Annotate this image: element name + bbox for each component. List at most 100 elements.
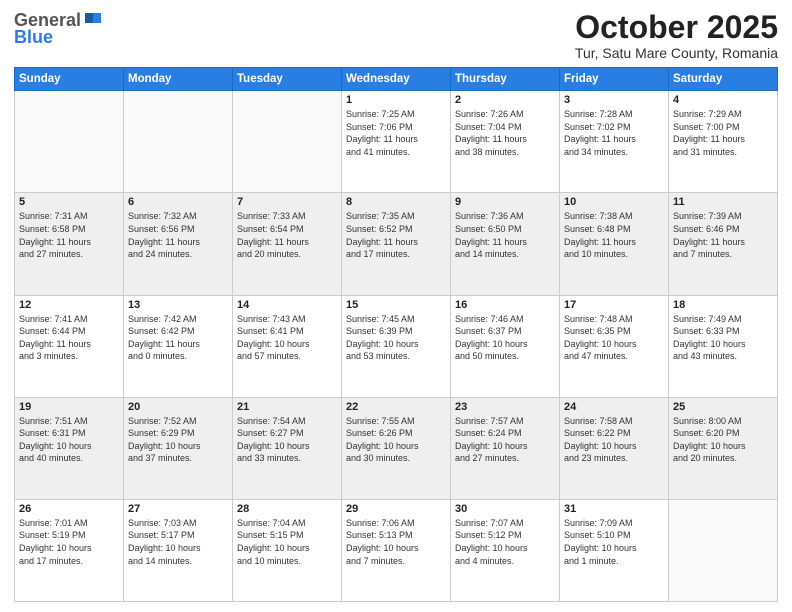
table-row: 21Sunrise: 7:54 AM Sunset: 6:27 PM Dayli… (233, 397, 342, 499)
day-info: Sunrise: 7:32 AM Sunset: 6:56 PM Dayligh… (128, 210, 228, 260)
table-row: 16Sunrise: 7:46 AM Sunset: 6:37 PM Dayli… (451, 295, 560, 397)
day-number: 10 (564, 196, 664, 208)
day-number: 20 (128, 401, 228, 413)
day-number: 17 (564, 299, 664, 311)
day-number: 8 (346, 196, 446, 208)
day-info: Sunrise: 7:04 AM Sunset: 5:15 PM Dayligh… (237, 517, 337, 567)
day-number: 5 (19, 196, 119, 208)
day-info: Sunrise: 7:49 AM Sunset: 6:33 PM Dayligh… (673, 313, 773, 363)
day-number: 22 (346, 401, 446, 413)
table-row: 13Sunrise: 7:42 AM Sunset: 6:42 PM Dayli… (124, 295, 233, 397)
col-friday: Friday (560, 68, 669, 91)
day-number: 16 (455, 299, 555, 311)
day-number: 28 (237, 503, 337, 515)
day-number: 6 (128, 196, 228, 208)
day-info: Sunrise: 7:57 AM Sunset: 6:24 PM Dayligh… (455, 415, 555, 465)
calendar-week-row: 1 Sunrise: 7:25 AM Sunset: 7:06 PM Daylig… (15, 91, 778, 193)
day-info: Sunrise: 7:25 AM Sunset: 7:06 PM Dayligh… (346, 108, 446, 158)
page-subtitle: Tur, Satu Mare County, Romania (575, 45, 778, 61)
day-info: Sunrise: 7:06 AM Sunset: 5:13 PM Dayligh… (346, 517, 446, 567)
table-row (233, 91, 342, 193)
day-info: Sunrise: 7:33 AM Sunset: 6:54 PM Dayligh… (237, 210, 337, 260)
day-info: Sunrise: 7:54 AM Sunset: 6:27 PM Dayligh… (237, 415, 337, 465)
day-number: 9 (455, 196, 555, 208)
day-number: 29 (346, 503, 446, 515)
day-number: 3 (564, 94, 664, 106)
table-row: 18 Sunrise: 7:49 AM Sunset: 6:33 PM Dayli… (669, 295, 778, 397)
day-info: Sunrise: 7:38 AM Sunset: 6:48 PM Dayligh… (564, 210, 664, 260)
table-row (124, 91, 233, 193)
logo-blue-text: Blue (14, 27, 53, 48)
table-row: 27 Sunrise: 7:03 AM Sunset: 5:17 PM Dayli… (124, 499, 233, 601)
table-row: 19 Sunrise: 7:51 AM Sunset: 6:31 PM Dayli… (15, 397, 124, 499)
table-row: 12 Sunrise: 7:41 AM Sunset: 6:44 PM Dayli… (15, 295, 124, 397)
day-number: 26 (19, 503, 119, 515)
day-number: 27 (128, 503, 228, 515)
day-info: Sunrise: 8:00 AM Sunset: 6:20 PM Dayligh… (673, 415, 773, 465)
table-row: 8Sunrise: 7:35 AM Sunset: 6:52 PM Daylig… (342, 193, 451, 295)
day-info: Sunrise: 7:31 AM Sunset: 6:58 PM Dayligh… (19, 210, 119, 260)
table-row: 30 Sunrise: 7:07 AM Sunset: 5:12 PM Dayli… (451, 499, 560, 601)
day-info: Sunrise: 7:03 AM Sunset: 5:17 PM Dayligh… (128, 517, 228, 567)
table-row: 14 Sunrise: 7:43 AM Sunset: 6:41 PM Dayli… (233, 295, 342, 397)
page-title: October 2025 (575, 10, 778, 45)
col-sunday: Sunday (15, 68, 124, 91)
day-info: Sunrise: 7:36 AM Sunset: 6:50 PM Dayligh… (455, 210, 555, 260)
table-row: 6 Sunrise: 7:32 AM Sunset: 6:56 PM Daylig… (124, 193, 233, 295)
day-number: 7 (237, 196, 337, 208)
col-tuesday: Tuesday (233, 68, 342, 91)
day-info: Sunrise: 7:26 AM Sunset: 7:04 PM Dayligh… (455, 108, 555, 158)
day-number: 1 (346, 94, 446, 106)
table-row: 4 Sunrise: 7:29 AM Sunset: 7:00 PM Daylig… (669, 91, 778, 193)
page: General Blue October 2025 Tur, Satu Mare… (0, 0, 792, 612)
day-number: 19 (19, 401, 119, 413)
calendar-table: Sunday Monday Tuesday Wednesday Thursday… (14, 67, 778, 602)
title-block: October 2025 Tur, Satu Mare County, Roma… (575, 10, 778, 61)
calendar-header-row: Sunday Monday Tuesday Wednesday Thursday… (15, 68, 778, 91)
day-info: Sunrise: 7:29 AM Sunset: 7:00 PM Dayligh… (673, 108, 773, 158)
day-info: Sunrise: 7:43 AM Sunset: 6:41 PM Dayligh… (237, 313, 337, 363)
table-row: 26 Sunrise: 7:01 AM Sunset: 5:19 PM Dayli… (15, 499, 124, 601)
day-number: 4 (673, 94, 773, 106)
table-row: 22Sunrise: 7:55 AM Sunset: 6:26 PM Dayli… (342, 397, 451, 499)
table-row: 9 Sunrise: 7:36 AM Sunset: 6:50 PM Daylig… (451, 193, 560, 295)
table-row: 11Sunrise: 7:39 AM Sunset: 6:46 PM Dayli… (669, 193, 778, 295)
day-info: Sunrise: 7:45 AM Sunset: 6:39 PM Dayligh… (346, 313, 446, 363)
col-thursday: Thursday (451, 68, 560, 91)
table-row: 29 Sunrise: 7:06 AM Sunset: 5:13 PM Dayli… (342, 499, 451, 601)
day-number: 11 (673, 196, 773, 208)
day-info: Sunrise: 7:48 AM Sunset: 6:35 PM Dayligh… (564, 313, 664, 363)
day-number: 23 (455, 401, 555, 413)
calendar-week-row: 26 Sunrise: 7:01 AM Sunset: 5:19 PM Dayli… (15, 499, 778, 601)
calendar-week-row: 12 Sunrise: 7:41 AM Sunset: 6:44 PM Dayli… (15, 295, 778, 397)
day-info: Sunrise: 7:51 AM Sunset: 6:31 PM Dayligh… (19, 415, 119, 465)
col-wednesday: Wednesday (342, 68, 451, 91)
table-row: 5 Sunrise: 7:31 AM Sunset: 6:58 PM Daylig… (15, 193, 124, 295)
day-info: Sunrise: 7:41 AM Sunset: 6:44 PM Dayligh… (19, 313, 119, 363)
table-row: 7 Sunrise: 7:33 AM Sunset: 6:54 PM Daylig… (233, 193, 342, 295)
table-row: 23 Sunrise: 7:57 AM Sunset: 6:24 PM Dayli… (451, 397, 560, 499)
logo: General Blue (14, 10, 101, 48)
day-number: 18 (673, 299, 773, 311)
table-row: 28 Sunrise: 7:04 AM Sunset: 5:15 PM Dayli… (233, 499, 342, 601)
table-row: 2Sunrise: 7:26 AM Sunset: 7:04 PM Daylig… (451, 91, 560, 193)
table-row: 17 Sunrise: 7:48 AM Sunset: 6:35 PM Dayli… (560, 295, 669, 397)
col-saturday: Saturday (669, 68, 778, 91)
day-info: Sunrise: 7:58 AM Sunset: 6:22 PM Dayligh… (564, 415, 664, 465)
table-row: 3Sunrise: 7:28 AM Sunset: 7:02 PM Daylig… (560, 91, 669, 193)
day-number: 30 (455, 503, 555, 515)
col-monday: Monday (124, 68, 233, 91)
header: General Blue October 2025 Tur, Satu Mare… (14, 10, 778, 61)
day-number: 12 (19, 299, 119, 311)
table-row: 24 Sunrise: 7:58 AM Sunset: 6:22 PM Dayli… (560, 397, 669, 499)
table-row: 25Sunrise: 8:00 AM Sunset: 6:20 PM Dayli… (669, 397, 778, 499)
day-info: Sunrise: 7:07 AM Sunset: 5:12 PM Dayligh… (455, 517, 555, 567)
day-number: 24 (564, 401, 664, 413)
day-number: 13 (128, 299, 228, 311)
day-info: Sunrise: 7:01 AM Sunset: 5:19 PM Dayligh… (19, 517, 119, 567)
table-row (669, 499, 778, 601)
logo-flag-icon (83, 13, 101, 29)
table-row: 1 Sunrise: 7:25 AM Sunset: 7:06 PM Daylig… (342, 91, 451, 193)
day-number: 31 (564, 503, 664, 515)
day-number: 14 (237, 299, 337, 311)
